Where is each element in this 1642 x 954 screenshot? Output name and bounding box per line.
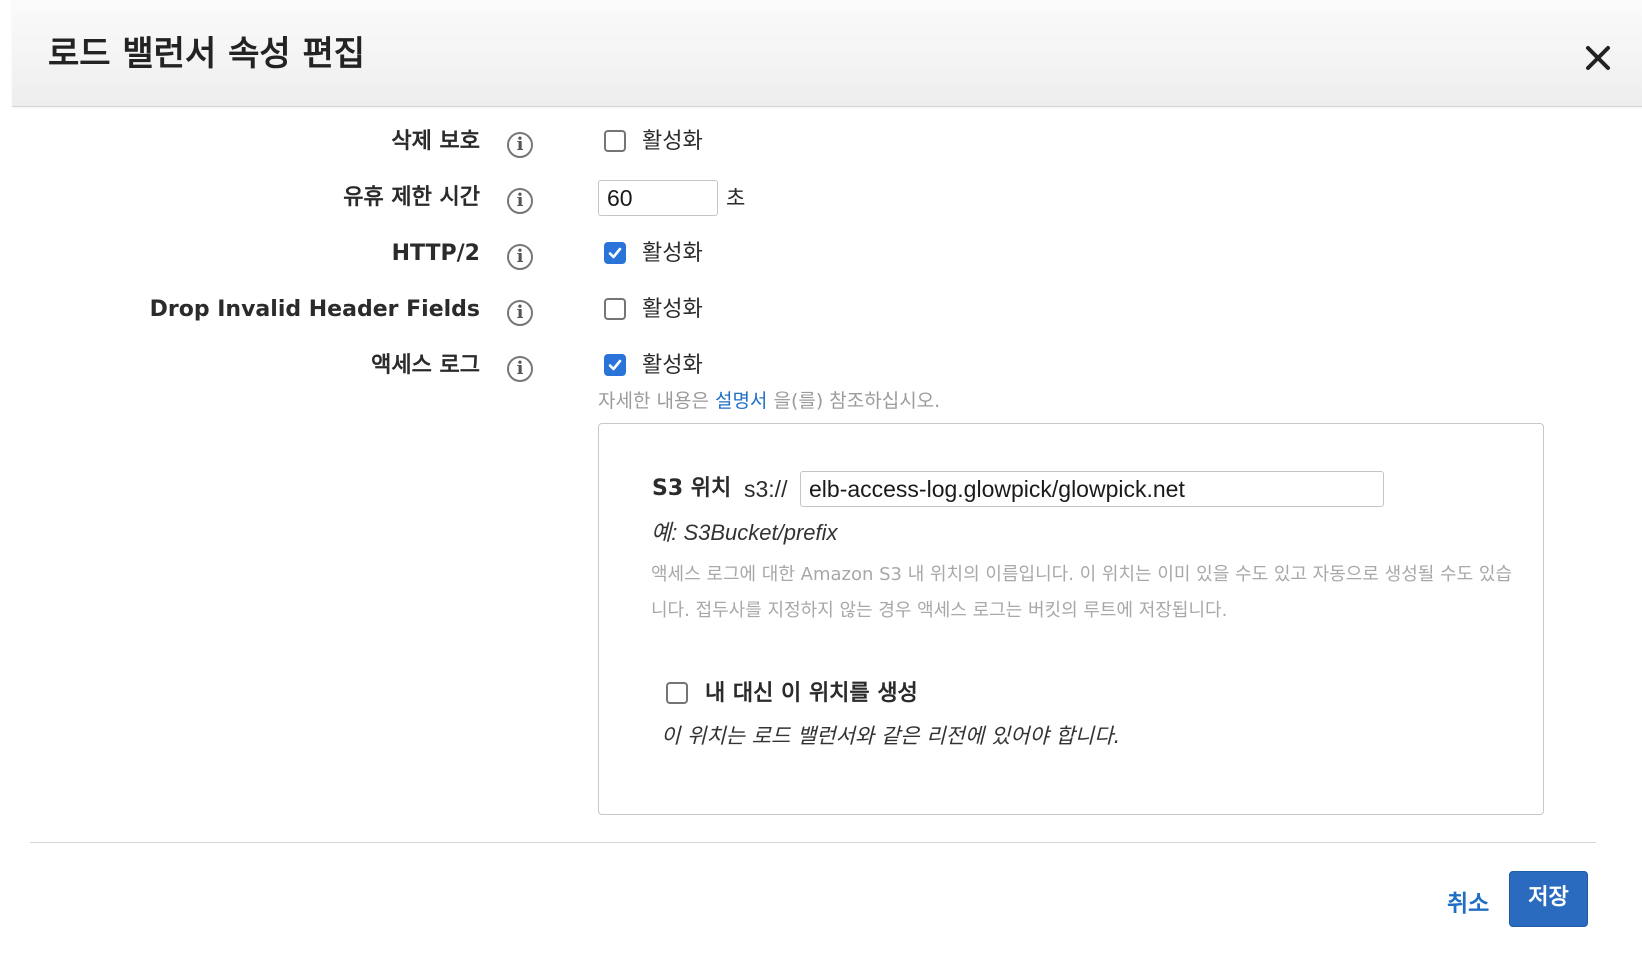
s3-location-label: S3 위치: [652, 476, 732, 501]
s3-description: 액세스 로그에 대한 Amazon S3 내 위치의 이름입니다. 이 위치는 …: [651, 564, 1513, 621]
access-logs-checkbox[interactable]: [604, 354, 626, 376]
drop-invalid-header-fields-checkbox[interactable]: [604, 298, 626, 320]
drop-invalid-header-fields-label: Drop Invalid Header Fields: [149, 297, 480, 322]
idle-timeout-input[interactable]: [598, 180, 718, 216]
deletion-protection-checkbox[interactable]: [604, 130, 626, 152]
idle-timeout-label: 유휴 제한 시간: [343, 185, 480, 210]
s3-location-input[interactable]: [800, 471, 1384, 507]
http2-label: HTTP/2: [391, 241, 480, 266]
http2-checkbox-label: 활성화: [642, 241, 703, 266]
http2-checkbox[interactable]: [604, 242, 626, 264]
idle-timeout-unit: 초: [726, 186, 746, 210]
deletion-protection-checkbox-label: 활성화: [642, 129, 703, 154]
checkmark-icon: [608, 359, 622, 371]
modal-header: 로드 밸런서 속성 편집: [12, 0, 1642, 107]
info-icon[interactable]: i: [507, 300, 533, 326]
access-logs-checkbox-label: 활성화: [642, 353, 703, 378]
save-button[interactable]: 저장: [1509, 871, 1588, 927]
info-icon[interactable]: i: [507, 188, 533, 214]
info-icon[interactable]: i: [507, 244, 533, 270]
footer-divider: [30, 842, 1596, 843]
create-location-checkbox[interactable]: [666, 682, 688, 704]
create-location-label: 내 대신 이 위치를 생성: [705, 681, 918, 706]
documentation-link[interactable]: 설명서: [715, 390, 767, 412]
help-suffix: 을(를) 참조하십시오.: [767, 390, 941, 412]
drop-invalid-header-fields-checkbox-label: 활성화: [642, 297, 703, 322]
region-note: 이 위치는 로드 밸런서와 같은 리전에 있어야 합니다.: [661, 724, 1121, 748]
s3-prefix: s3://: [744, 476, 788, 502]
cancel-button[interactable]: 취소: [1447, 890, 1489, 918]
close-icon[interactable]: [1578, 38, 1618, 78]
info-icon[interactable]: i: [507, 356, 533, 382]
deletion-protection-label: 삭제 보호: [391, 129, 480, 154]
checkmark-icon: [608, 247, 622, 259]
s3-example: 예: S3Bucket/prefix: [651, 520, 838, 545]
access-logs-help-text: 자세한 내용은 설명서 을(를) 참조하십시오.: [598, 389, 940, 413]
info-icon[interactable]: i: [507, 132, 533, 158]
help-prefix: 자세한 내용은: [598, 390, 715, 412]
modal-title: 로드 밸런서 속성 편집: [48, 34, 366, 74]
access-logs-label: 액세스 로그: [371, 353, 480, 378]
